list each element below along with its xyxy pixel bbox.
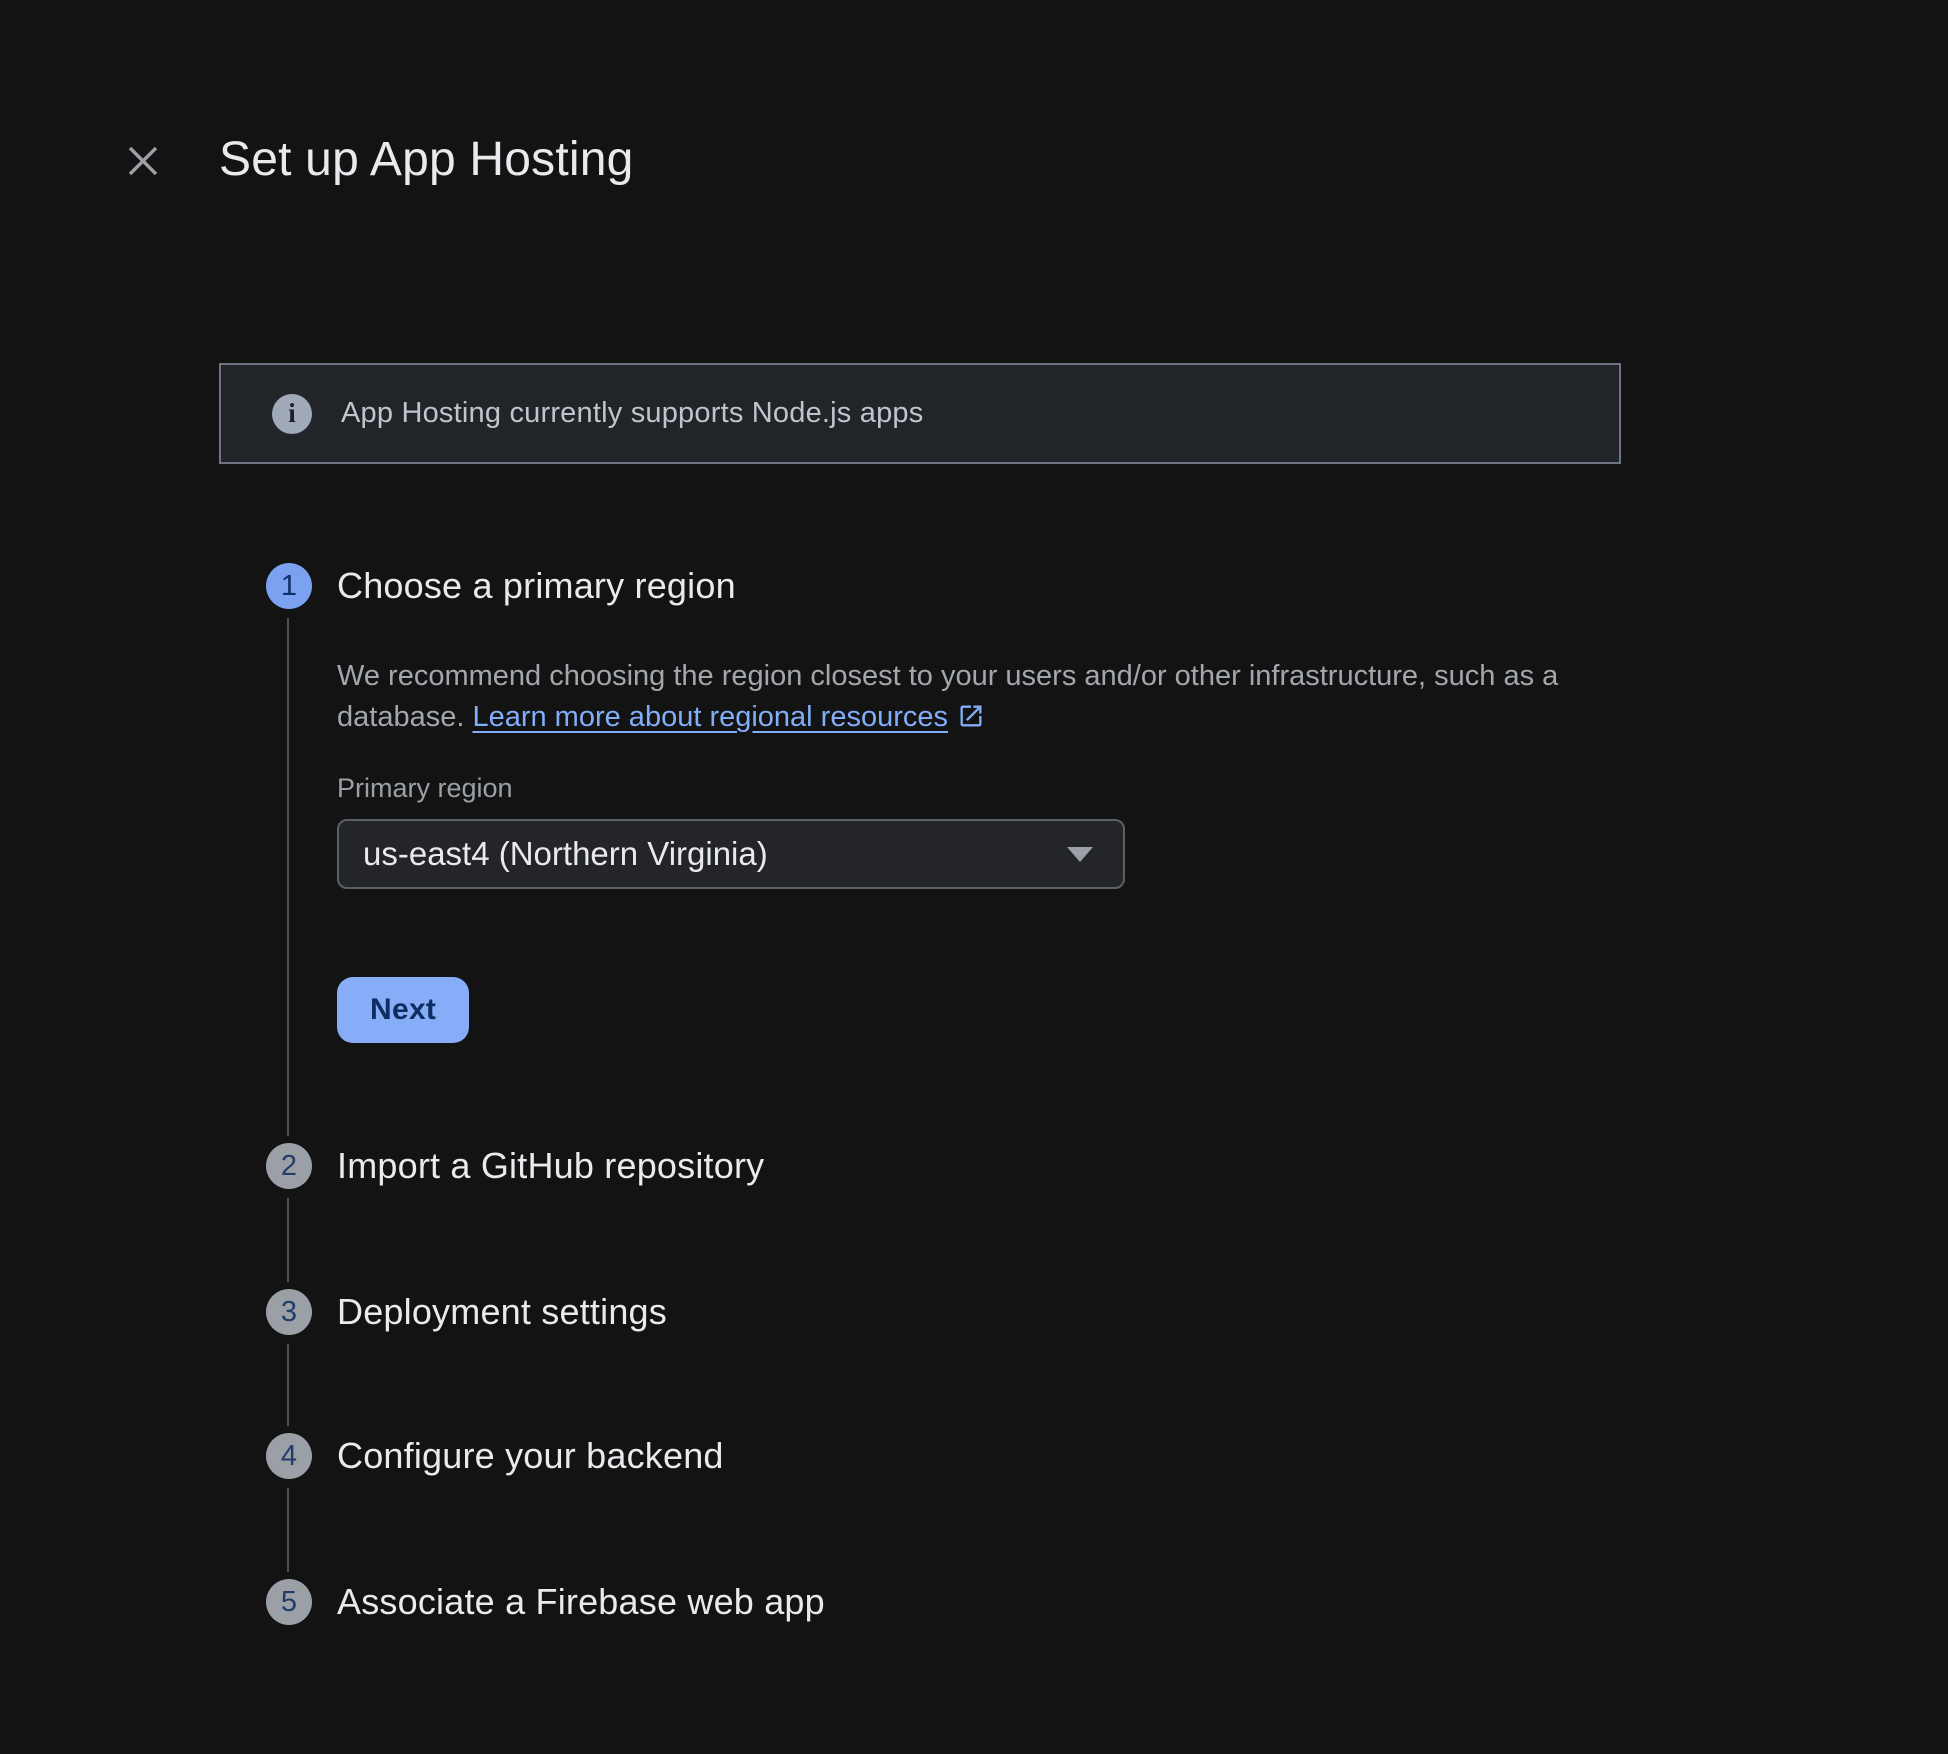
close-button[interactable] [119,137,167,185]
primary-region-select[interactable]: us-east4 (Northern Virginia) [337,819,1125,889]
step-5-badge: 5 [266,1579,312,1625]
info-banner-text: App Hosting currently supports Node.js a… [341,397,923,430]
step-connector-4-5 [287,1488,289,1572]
info-banner: i App Hosting currently supports Node.js… [219,363,1621,464]
close-icon [126,144,160,178]
next-button[interactable]: Next [337,977,469,1043]
step-3-title: Deployment settings [337,1289,667,1335]
learn-more-link[interactable]: Learn more about regional resources [472,701,985,733]
step-connector-2-3 [287,1198,289,1282]
primary-region-label: Primary region [337,773,513,804]
primary-region-value: us-east4 (Northern Virginia) [363,835,1067,873]
step-connector-1-2 [287,618,289,1136]
step-1-badge: 1 [266,563,312,609]
step-4-title: Configure your backend [337,1433,724,1479]
page-title: Set up App Hosting [219,131,634,189]
step-2-badge: 2 [266,1143,312,1189]
step-5-title: Associate a Firebase web app [337,1579,825,1625]
step-connector-3-4 [287,1344,289,1426]
step-4-badge: 4 [266,1433,312,1479]
info-icon: i [272,394,312,434]
region-description: We recommend choosing the region closest… [337,656,1657,742]
external-link-icon [957,701,985,742]
step-3-badge: 3 [266,1289,312,1335]
step-2-title: Import a GitHub repository [337,1143,764,1189]
step-1-title: Choose a primary region [337,563,736,609]
chevron-down-icon [1067,847,1093,862]
